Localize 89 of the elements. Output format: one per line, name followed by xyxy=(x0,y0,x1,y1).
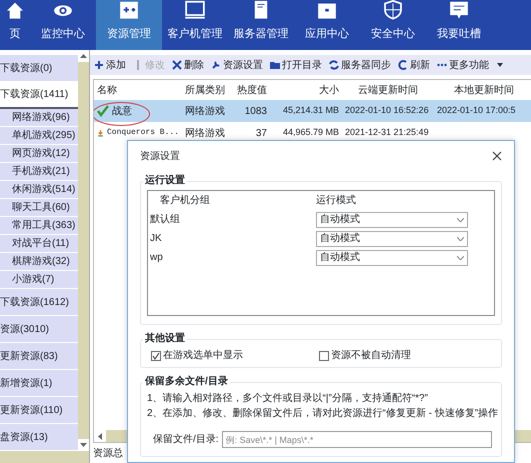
status-text: 资源总 xyxy=(93,446,123,460)
refresh-icon xyxy=(398,60,408,70)
checkbox-option[interactable]: 在游戏选单中显示 xyxy=(151,348,319,363)
table-cell: Conquerors B... xyxy=(106,127,179,139)
column-header[interactable]: 热度值 xyxy=(232,82,270,98)
dialog-title: 资源设置 xyxy=(140,150,180,164)
sync-icon xyxy=(329,60,339,70)
sidebar-subitem[interactable]: 聊天工具(60) xyxy=(0,199,78,217)
toolbar-button[interactable]: 添加 xyxy=(94,58,126,72)
column-header: 运行模式 xyxy=(316,194,356,208)
column-header[interactable]: 本地更新时间 xyxy=(434,82,531,98)
table-cell-text: 1083 xyxy=(244,104,268,118)
sidebar-subitem[interactable]: 休闲游戏(514) xyxy=(0,181,78,199)
column-header[interactable]: 大小 xyxy=(270,82,342,98)
check-icon xyxy=(97,105,109,117)
sidebar-subitem[interactable]: 单机游戏(295) xyxy=(0,127,78,145)
plus-icon xyxy=(118,0,140,20)
down-arrow-icon xyxy=(80,443,87,447)
toolbar-button[interactable]: 服务器同步 xyxy=(329,58,391,72)
sidebar-item[interactable]: 下载资源(1612) xyxy=(0,289,78,316)
wrench-icon xyxy=(211,60,221,70)
mode-dropdown[interactable]: 自动模式 xyxy=(316,250,468,266)
sidebar-subitem[interactable]: 对战平台(11) xyxy=(0,235,78,253)
group-title: 其他设置 xyxy=(143,331,187,346)
column-header[interactable]: 云端更新时间 xyxy=(342,82,434,98)
left-arrow-icon xyxy=(98,432,102,440)
sidebar-item[interactable]: 下载资源(0) xyxy=(0,55,78,82)
toolbar-button[interactable]: 资源设置 xyxy=(211,58,263,72)
group-title: 保留多余文件/目录 xyxy=(143,374,230,389)
download-icon xyxy=(97,127,104,139)
sidebar-subitem[interactable]: 常用工具(363) xyxy=(0,217,78,235)
sidebar-item[interactable]: 资源(3010) xyxy=(0,316,78,343)
chevron-icon xyxy=(457,256,464,260)
nav-tab[interactable]: 资源管理 xyxy=(96,0,162,50)
checkbox[interactable] xyxy=(151,350,161,360)
shield-icon xyxy=(382,0,404,20)
nav-tab[interactable]: 安全中心 xyxy=(360,0,426,50)
folder-icon xyxy=(270,60,280,70)
nav-tab[interactable]: 客户机管理 xyxy=(162,0,228,50)
column-header[interactable]: 所属类别 xyxy=(182,82,232,98)
chevron-icon xyxy=(457,236,464,240)
nav-tab[interactable]: 监控中心 xyxy=(30,0,96,50)
sidebar-subitem[interactable]: 棋牌游戏(32) xyxy=(0,253,78,271)
table-cell-text: 37 xyxy=(254,126,268,140)
toolbar-button[interactable]: 删除 xyxy=(172,58,204,72)
toolbar-button[interactable]: 更多功能 xyxy=(437,58,503,72)
sidebar-item[interactable]: 新增资源(1) xyxy=(0,370,78,397)
vertical-scrollbar[interactable] xyxy=(78,50,89,451)
sidebar-subitem[interactable]: 手机游戏(21) xyxy=(0,163,78,181)
checkbox[interactable] xyxy=(319,350,329,360)
group-name: JK xyxy=(149,232,163,246)
up-arrow-icon xyxy=(80,54,87,58)
table-cell-text: 2022-01-10 17:00:5 xyxy=(436,104,517,118)
nav-tab[interactable]: 应用中心 xyxy=(294,0,360,50)
sidebar-item[interactable]: 更新资源(110) xyxy=(0,397,78,424)
toolbar-button[interactable]: 打开目录 xyxy=(270,58,322,72)
sidebar-subitem[interactable]: 网页游戏(12) xyxy=(0,145,78,163)
table-cell-text: 44,965.79 MB xyxy=(282,126,340,140)
close-icon xyxy=(172,60,182,70)
nav-tab[interactable]: 我要吐槽 xyxy=(426,0,492,50)
horizontal-scrollbar[interactable] xyxy=(0,451,89,463)
table-cell-text: 战意 xyxy=(112,104,132,118)
path-input[interactable]: 例: Save\*.* | Maps\*.* xyxy=(222,431,492,448)
sidebar-subitem[interactable]: 小游戏(7) xyxy=(0,271,78,289)
mode-dropdown[interactable]: 自动模式 xyxy=(316,230,468,246)
table-cell-text: 45,214.31 MB xyxy=(282,104,340,118)
column-header: 客户机分组 xyxy=(159,194,211,208)
table-row[interactable]: Conquerors B... 网络游戏 37 44,965.79 MB 2021-12-31 21:25:49 xyxy=(94,122,531,144)
group-name: wp xyxy=(149,251,164,265)
toolbar-button[interactable]: 刷新 xyxy=(398,58,430,72)
table-cell-text: 网络游戏 xyxy=(184,126,226,140)
column-header[interactable]: 名称 xyxy=(94,82,182,98)
chevron-icon xyxy=(457,218,464,222)
field-label: 保留文件/目录: xyxy=(153,432,219,447)
table-cell-text: 2021-12-31 21:25:49 xyxy=(344,126,430,140)
sidebar-item[interactable]: 盘资源(13) xyxy=(0,424,78,451)
close-icon[interactable] xyxy=(492,151,502,161)
table-cell-text: 网络游戏 xyxy=(184,104,226,118)
monitor-icon xyxy=(184,0,206,20)
sidebar-subitem[interactable]: 网络游戏(96) xyxy=(0,109,78,127)
table-cell-text: 2022-01-10 16:52:26 xyxy=(344,104,430,118)
nav-tab[interactable]: 页 xyxy=(0,0,30,50)
mode-dropdown[interactable]: 自动模式 xyxy=(316,212,468,228)
nav-tab[interactable]: 服务器管理 xyxy=(228,0,294,50)
group-name: 默认组 xyxy=(149,213,181,227)
sidebar-item[interactable]: 更新资源(83) xyxy=(0,343,78,370)
checkbox-option[interactable]: 资源不被自动清理 xyxy=(319,348,487,363)
instruction-text: 1、请输入相对路径，多个文件或目录以“|”分隔，支持通配符“*?” xyxy=(147,392,429,406)
plus-icon xyxy=(94,60,104,70)
